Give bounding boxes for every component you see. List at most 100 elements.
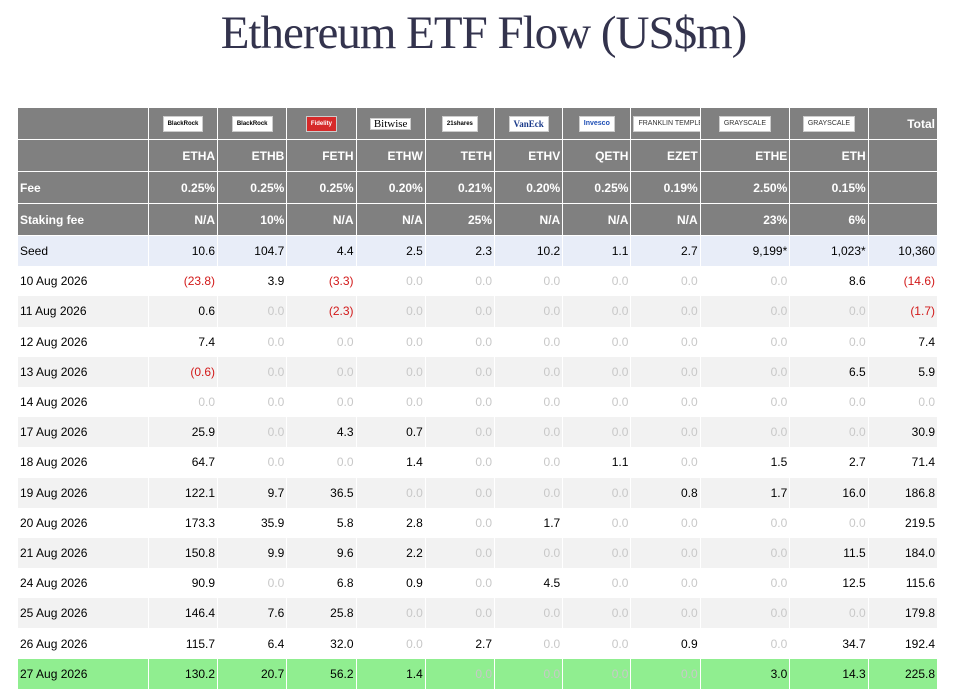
fee-cell: 0.15% bbox=[789, 171, 869, 204]
table-row: 19 Aug 2026 122.1 9.7 36.5 0.0 0.0 0.0 0.0 0.8 1.… bbox=[18, 477, 938, 508]
flow-value-cell: 0.0 bbox=[611, 274, 629, 289]
flow-value-cell: 1.1 bbox=[562, 235, 631, 267]
flow-value-cell: 4.4 bbox=[286, 235, 357, 267]
issuer-logo-cell: FRANKLIN TEMPLETON bbox=[630, 108, 701, 140]
staking-fee-cell: N/A bbox=[630, 203, 701, 236]
staking-fee-cell: N/A bbox=[562, 203, 632, 236]
table-row: 17 Aug 2026 25.9 0.0 4.3 0.7 0.0 0.0 0.0 0.0 0.0 0… bbox=[18, 417, 938, 448]
flow-value-cell: 1,023* bbox=[789, 235, 869, 267]
flow-value-cell: 6.5 bbox=[789, 356, 869, 387]
flow-value-cell: 0.0 bbox=[425, 477, 495, 508]
fee-cell: 0.19% bbox=[630, 171, 701, 204]
flow-value-cell: 0.0 bbox=[356, 296, 426, 327]
fee-cell: 0.25% bbox=[286, 171, 357, 204]
total-header: Total bbox=[868, 108, 939, 140]
flow-value-cell: 0.0 bbox=[475, 334, 492, 349]
flow-value-cell: 0.0 bbox=[267, 395, 285, 410]
header-empty-cell bbox=[868, 139, 939, 172]
flow-value-cell: 0.0 bbox=[198, 395, 216, 410]
total-value-cell: 115.6 bbox=[905, 576, 935, 591]
ticker-cell: ETHA bbox=[148, 139, 219, 172]
flow-value-cell: 0.0 bbox=[494, 537, 563, 569]
flow-value-cell: 0.0 bbox=[770, 515, 788, 530]
flow-value-cell: 0.8 bbox=[630, 477, 701, 508]
total-value-cell: 10,360 bbox=[868, 235, 938, 267]
flow-value-cell: 32.0 bbox=[330, 636, 354, 651]
flow-value-cell: 2.2 bbox=[356, 537, 426, 569]
fee-cell: 0.25% bbox=[217, 171, 288, 204]
flow-value-cell: 0.0 bbox=[848, 334, 866, 349]
issuer-logo-cell: VanEck bbox=[494, 108, 564, 140]
flow-value-cell: 0.0 bbox=[611, 636, 629, 651]
flow-value-cell: 0.0 bbox=[267, 455, 285, 470]
flow-value-cell: 0.0 bbox=[425, 417, 495, 448]
total-value-cell: 186.8 bbox=[868, 477, 938, 508]
flow-value-cell: 0.0 bbox=[336, 395, 354, 410]
table-row: 11 Aug 2026 0.6 0.0 (2.3) 0.0 0.0 0.0 0.0 0.0 0.0… bbox=[18, 296, 938, 327]
table-row: 20 Aug 2026 173.3 35.9 5.8 2.8 0.0 1.7 0.0 0.0 0.… bbox=[18, 508, 938, 538]
flow-value-cell: 0.0 bbox=[406, 395, 423, 410]
flow-value-cell: 0.0 bbox=[700, 537, 790, 569]
table-row: 24 Aug 2026 90.9 0.0 6.8 0.9 0.0 4.5 0.0 0.0 0.0 1… bbox=[18, 568, 938, 598]
total-value-cell: 30.9 bbox=[868, 417, 938, 448]
flow-value-cell: 9.6 bbox=[286, 537, 357, 569]
header-empty-cell bbox=[868, 171, 939, 204]
flow-value-cell: 9.9 bbox=[217, 537, 287, 569]
flow-value-cell: 0.0 bbox=[630, 658, 701, 689]
flow-value-cell: 104.7 bbox=[217, 235, 287, 267]
total-value-cell: 184.0 bbox=[868, 537, 938, 569]
flow-value-cell: 146.4 bbox=[148, 598, 218, 629]
flow-value-cell: 0.0 bbox=[356, 598, 426, 629]
flow-value-cell: (0.6) bbox=[148, 356, 218, 387]
fee-cell: 0.25% bbox=[562, 171, 632, 204]
fidelity-logo: Fidelity bbox=[305, 115, 337, 132]
total-value-cell: 0.0 bbox=[918, 395, 935, 410]
flow-value-cell: 0.0 bbox=[217, 296, 287, 327]
flow-value-cell: 0.0 bbox=[494, 356, 563, 387]
table-row: 25 Aug 2026 146.4 7.6 25.8 0.0 0.0 0.0 0.0 0.0 0.… bbox=[18, 598, 938, 629]
flow-value-cell: 0.0 bbox=[543, 636, 561, 651]
flow-value-cell: 0.0 bbox=[356, 477, 426, 508]
flow-value-cell: 0.0 bbox=[425, 658, 495, 689]
total-value-cell: 71.4 bbox=[911, 455, 935, 470]
flow-value-cell: 16.0 bbox=[789, 477, 869, 508]
flow-value-cell: 35.9 bbox=[260, 515, 285, 530]
flow-value-cell: 0.0 bbox=[543, 395, 561, 410]
row-date-label: 25 Aug 2026 bbox=[18, 598, 149, 629]
ticker-cell: EZET bbox=[630, 139, 701, 172]
total-value-cell: 179.8 bbox=[868, 598, 938, 629]
row-date-label: 27 Aug 2026 bbox=[18, 658, 149, 689]
flow-value-cell: 9,199* bbox=[700, 235, 790, 267]
flow-value-cell: 6.8 bbox=[336, 576, 354, 591]
flow-value-cell: 0.0 bbox=[475, 395, 492, 410]
flow-value-cell: 0.0 bbox=[700, 356, 790, 387]
flow-value-cell: 0.0 bbox=[494, 598, 563, 629]
flow-value-cell: 150.8 bbox=[148, 537, 218, 569]
flow-value-cell: 34.7 bbox=[842, 636, 866, 651]
issuer-logo-cell: 21shares bbox=[425, 108, 496, 140]
ticker-cell: ETHW bbox=[356, 139, 426, 172]
flow-value-cell: 0.0 bbox=[425, 296, 495, 327]
table-row: 18 Aug 2026 64.7 0.0 0.0 1.4 0.0 0.0 1.1 0.0 1.5 2… bbox=[18, 447, 938, 477]
table-row: 10 Aug 2026 (23.8) 3.9 (3.3) 0.0 0.0 0.0 0.0 0.0… bbox=[18, 266, 938, 296]
invesco-logo: Invesco bbox=[578, 115, 615, 132]
flow-value-cell: 0.0 bbox=[543, 334, 561, 349]
flow-value-cell: 9.7 bbox=[217, 477, 287, 508]
flow-value-cell: 12.5 bbox=[842, 576, 866, 591]
flow-value-cell: 0.0 bbox=[406, 636, 423, 651]
flow-value-cell: 2.3 bbox=[425, 235, 495, 267]
table-row: 14 Aug 2026 0.0 0.0 0.0 0.0 0.0 0.0 0.0 0.0 0.0 0.… bbox=[18, 387, 938, 417]
flow-value-cell: 25.9 bbox=[148, 417, 218, 448]
fee-label: Fee bbox=[18, 171, 149, 204]
flow-value-cell: 4.3 bbox=[286, 417, 357, 448]
flow-value-cell: 56.2 bbox=[286, 658, 357, 689]
flow-value-cell: 0.0 bbox=[406, 274, 423, 289]
staking-fee-cell: N/A bbox=[356, 203, 426, 236]
flow-value-cell: 0.0 bbox=[562, 356, 631, 387]
staking-fee-cell: 6% bbox=[789, 203, 869, 236]
staking-fee-cell: 10% bbox=[217, 203, 288, 236]
flow-value-cell: 0.0 bbox=[680, 515, 698, 530]
flow-value-cell: 0.0 bbox=[611, 334, 629, 349]
flow-value-cell: 0.0 bbox=[494, 658, 563, 689]
flow-value-cell: 0.0 bbox=[562, 417, 631, 448]
